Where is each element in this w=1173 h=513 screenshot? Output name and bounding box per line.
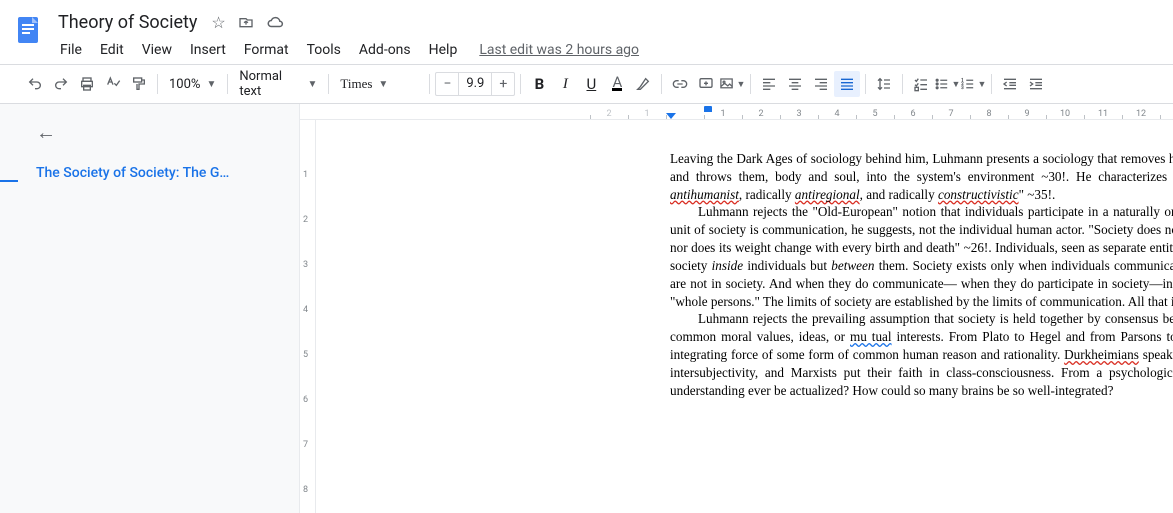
spell-error[interactable]: antihumanist (670, 187, 739, 202)
italic-text: between (831, 258, 874, 273)
outline-active-marker (0, 180, 18, 182)
checklist-button[interactable] (908, 71, 934, 97)
vertical-ruler[interactable]: 1 2 3 4 5 6 7 8 9 (300, 120, 316, 513)
ruler-tick: 7 (932, 109, 970, 119)
image-button[interactable]: ▼ (719, 71, 745, 97)
outline-item-1[interactable]: The Society of Society: The G… (28, 165, 283, 181)
align-justify-button[interactable] (834, 71, 860, 97)
body-text: " ~35!. (1019, 187, 1056, 202)
grammar-error[interactable]: mu tual (850, 329, 892, 344)
align-center-button[interactable] (782, 71, 808, 97)
highlight-button[interactable] (630, 71, 656, 97)
ruler-tick: 2 (590, 109, 628, 119)
paint-format-button[interactable] (126, 71, 152, 97)
vruler-tick: 6 (303, 395, 308, 405)
ruler-tick: 6 (894, 109, 932, 119)
menu-bar: File Edit View Insert Format Tools Add-o… (52, 38, 1165, 62)
last-edit-link[interactable]: Last edit was 2 hours ago (479, 42, 639, 58)
indent-marker-left[interactable] (666, 113, 676, 119)
page[interactable]: Leaving the Dark Ages of sociology behin… (590, 120, 1173, 409)
page-text[interactable]: Leaving the Dark Ages of sociology behin… (590, 120, 1173, 409)
body-text: , radically (739, 187, 795, 202)
ruler-tick: 3 (780, 109, 818, 119)
menu-help[interactable]: Help (421, 40, 466, 60)
vruler-tick: 2 (303, 215, 308, 225)
menu-view[interactable]: View (134, 40, 180, 60)
document-area: 2 1 1 2 3 4 5 6 7 8 9 10 11 12 13 1 (300, 104, 1173, 513)
font-select[interactable]: Times▼ (334, 71, 424, 97)
move-icon[interactable] (238, 14, 254, 30)
horizontal-ruler[interactable]: 2 1 1 2 3 4 5 6 7 8 9 10 11 12 13 (300, 104, 1173, 120)
ruler-tick: 10 (1046, 109, 1084, 119)
menu-addons[interactable]: Add-ons (351, 40, 419, 60)
font-size-decrease[interactable]: − (436, 76, 458, 92)
numbered-list-button[interactable]: 123▼ (960, 71, 986, 97)
ruler-tick: 11 (1084, 109, 1122, 119)
ruler-tick: 1 (628, 109, 666, 119)
underline-button[interactable]: U (578, 71, 604, 97)
ruler-tick: 13 (1160, 109, 1173, 119)
redo-button[interactable] (48, 71, 74, 97)
italic-button[interactable]: I (552, 71, 578, 97)
ruler-tick: 2 (742, 109, 780, 119)
indent-decrease-button[interactable] (997, 71, 1023, 97)
cloud-icon[interactable] (266, 13, 284, 31)
menu-format[interactable]: Format (236, 40, 297, 60)
vruler-tick: 3 (303, 260, 308, 270)
ruler-tick: 5 (856, 109, 894, 119)
title-area: Theory of Society ☆ File Edit View Inser… (52, 8, 1165, 62)
style-select[interactable]: Normal text▼ (233, 71, 323, 97)
font-size-input[interactable]: 9.9 (458, 73, 492, 95)
spellcheck-button[interactable] (100, 71, 126, 97)
menu-file[interactable]: File (52, 40, 90, 60)
link-button[interactable] (667, 71, 693, 97)
svg-text:3: 3 (962, 86, 965, 91)
font-size-increase[interactable]: + (492, 76, 514, 92)
menu-tools[interactable]: Tools (299, 40, 349, 60)
print-button[interactable] (74, 71, 100, 97)
outline-back-button[interactable]: ← (36, 120, 283, 145)
align-left-button[interactable] (756, 71, 782, 97)
align-right-button[interactable] (808, 71, 834, 97)
outline-panel: ← The Society of Society: The G… (0, 104, 300, 513)
ruler-tick: 12 (1122, 109, 1160, 119)
body-text: Leaving the Dark Ages of sociology behin… (670, 151, 1173, 184)
vruler-tick: 7 (303, 440, 308, 450)
header: Theory of Society ☆ File Edit View Inser… (0, 0, 1173, 64)
italic-text: inside (712, 258, 744, 273)
bold-button[interactable]: B (526, 71, 552, 97)
ruler-tick: 8 (970, 109, 1008, 119)
ruler-tick: 4 (818, 109, 856, 119)
zoom-select[interactable]: 100%▼ (163, 71, 222, 97)
font-size-group: − 9.9 + (435, 72, 515, 96)
bullet-list-button[interactable]: ▼ (934, 71, 960, 97)
spell-error[interactable]: antiregional (795, 187, 860, 202)
vruler-tick: 1 (303, 170, 308, 180)
undo-button[interactable] (22, 71, 48, 97)
star-icon[interactable]: ☆ (211, 13, 225, 32)
ruler-tick: 9 (1008, 109, 1046, 119)
text-color-button[interactable]: A (604, 71, 630, 97)
toolbar: 100%▼ Normal text▼ Times▼ − 9.9 + B I U … (0, 64, 1173, 104)
menu-insert[interactable]: Insert (182, 40, 234, 60)
spell-error[interactable]: Durkheimians (1064, 347, 1139, 362)
docs-logo[interactable] (8, 10, 48, 50)
body-text: , and radically (860, 187, 938, 202)
vruler-tick: 4 (303, 305, 308, 315)
spell-error[interactable]: constructivistic (938, 187, 1019, 202)
indent-marker-first-line[interactable] (704, 106, 712, 112)
document-title[interactable]: Theory of Society (52, 12, 203, 33)
vruler-tick: 8 (303, 485, 308, 495)
menu-edit[interactable]: Edit (92, 40, 132, 60)
comment-button[interactable] (693, 71, 719, 97)
indent-increase-button[interactable] (1023, 71, 1049, 97)
vruler-tick: 5 (303, 350, 308, 360)
body-text: individuals but (743, 258, 831, 273)
line-spacing-button[interactable] (871, 71, 897, 97)
